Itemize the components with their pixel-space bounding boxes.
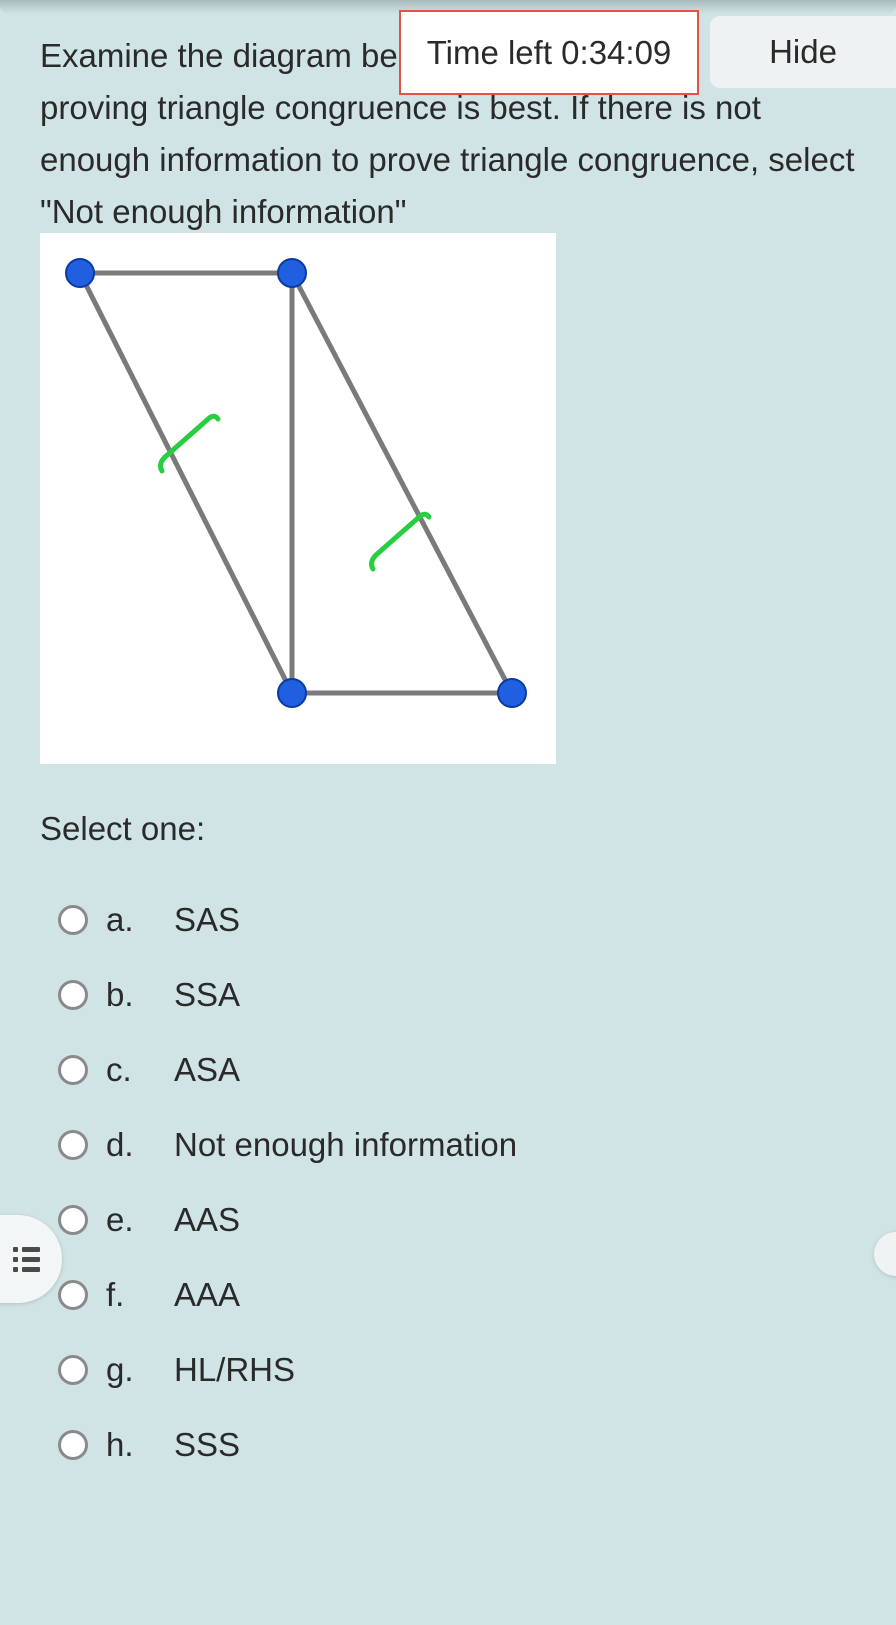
vertex-B xyxy=(278,259,306,287)
option-letter: b. xyxy=(106,976,174,1014)
list-icon xyxy=(13,1247,40,1272)
radio-g[interactable] xyxy=(58,1355,88,1385)
option-text: Not enough information xyxy=(174,1126,517,1164)
option-c[interactable]: c. ASA xyxy=(58,1032,517,1107)
select-one-label: Select one: xyxy=(40,810,205,848)
option-d[interactable]: d. Not enough information xyxy=(58,1107,517,1182)
timer-box: Time left 0:34:09 xyxy=(399,10,699,95)
radio-c[interactable] xyxy=(58,1055,88,1085)
segment-BD xyxy=(292,273,512,693)
hide-timer-button[interactable]: Hide xyxy=(710,16,896,88)
vertex-A xyxy=(66,259,94,287)
option-f[interactable]: f. AAA xyxy=(58,1257,517,1332)
option-g[interactable]: g. HL/RHS xyxy=(58,1332,517,1407)
radio-e[interactable] xyxy=(58,1205,88,1235)
timer-label: Time left 0:34:09 xyxy=(427,34,672,72)
quiz-navigation-button[interactable] xyxy=(0,1215,62,1303)
option-letter: d. xyxy=(106,1126,174,1164)
radio-a[interactable] xyxy=(58,905,88,935)
option-letter: g. xyxy=(106,1351,174,1389)
option-text: SSA xyxy=(174,976,240,1014)
option-text: SAS xyxy=(174,901,240,939)
option-text: AAA xyxy=(174,1276,240,1314)
option-text: AAS xyxy=(174,1201,240,1239)
option-e[interactable]: e. AAS xyxy=(58,1182,517,1257)
option-text: SSS xyxy=(174,1426,240,1464)
radio-d[interactable] xyxy=(58,1130,88,1160)
option-letter: a. xyxy=(106,901,174,939)
vertex-D xyxy=(498,679,526,707)
segment-AC xyxy=(80,273,292,693)
option-b[interactable]: b. SSA xyxy=(58,957,517,1032)
option-text: HL/RHS xyxy=(174,1351,295,1389)
vertex-C xyxy=(278,679,306,707)
hide-label: Hide xyxy=(769,33,837,71)
question-diagram xyxy=(40,233,556,764)
radio-h[interactable] xyxy=(58,1430,88,1460)
radio-f[interactable] xyxy=(58,1280,88,1310)
option-letter: f. xyxy=(106,1276,174,1314)
option-letter: c. xyxy=(106,1051,174,1089)
option-a[interactable]: a. SAS xyxy=(58,882,517,957)
option-letter: h. xyxy=(106,1426,174,1464)
option-letter: e. xyxy=(106,1201,174,1239)
side-handle[interactable] xyxy=(874,1232,896,1276)
radio-b[interactable] xyxy=(58,980,88,1010)
tick-AC xyxy=(161,416,218,471)
options-group: a. SAS b. SSA c. ASA d. Not enough infor… xyxy=(58,882,517,1482)
option-h[interactable]: h. SSS xyxy=(58,1407,517,1482)
option-text: ASA xyxy=(174,1051,240,1089)
